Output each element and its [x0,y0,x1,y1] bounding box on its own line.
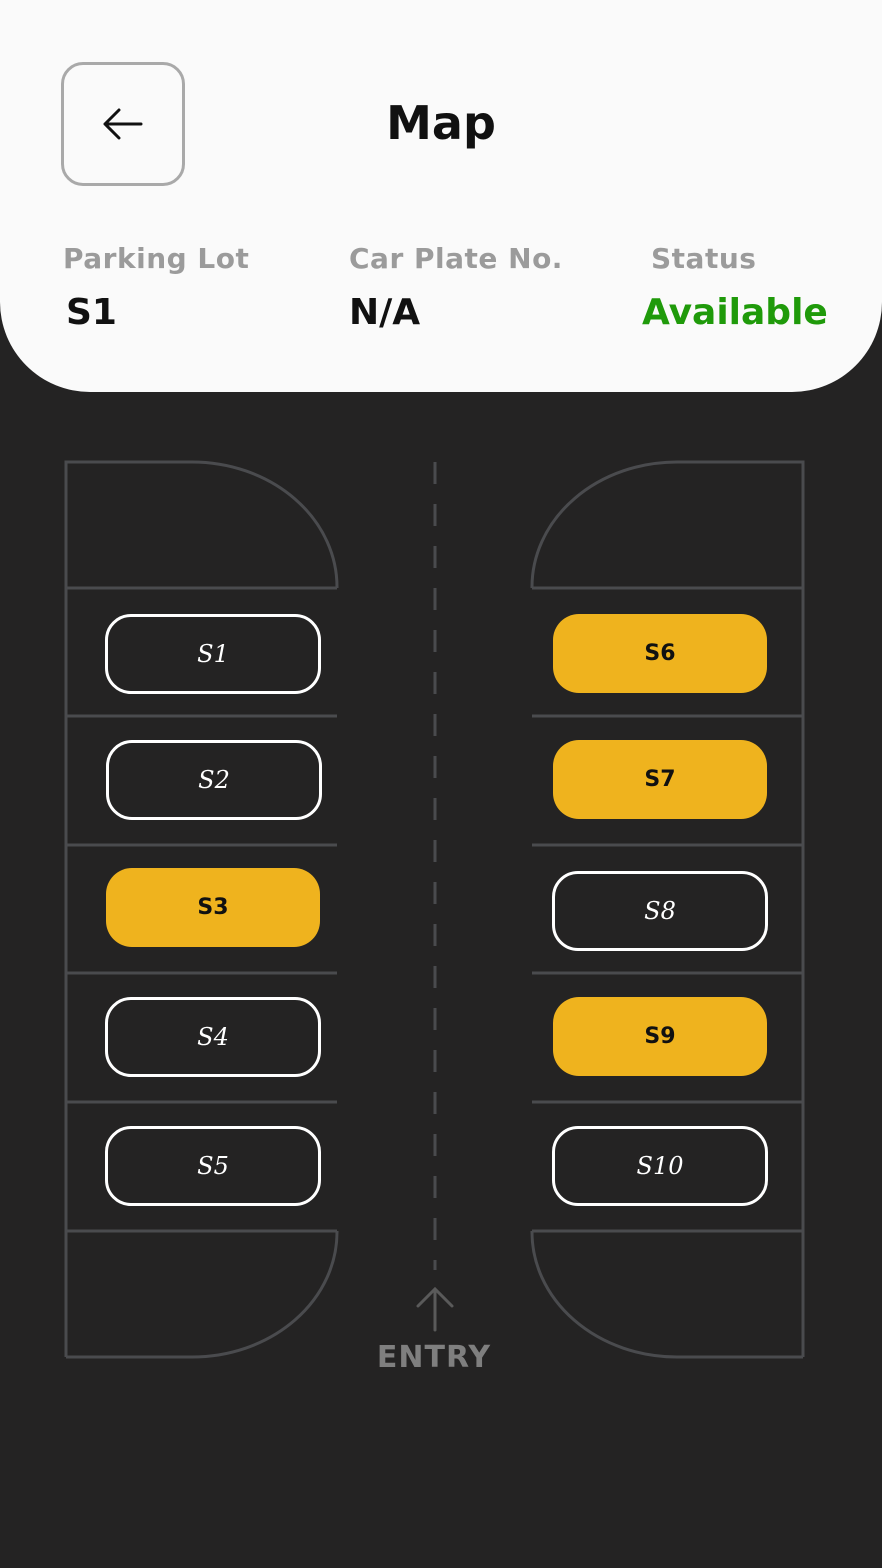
slot-s7[interactable]: S7 [553,740,767,819]
slot-s8[interactable]: S8 [552,871,768,951]
slot-s4[interactable]: S4 [105,997,321,1077]
slot-s3[interactable]: S3 [106,868,320,947]
right-bottom-curb [530,1230,803,1359]
slot-s5[interactable]: S5 [105,1126,321,1206]
left-top-curb [64,460,339,589]
arrow-up-icon [416,1286,454,1332]
right-top-curb [530,460,805,589]
slot-s10[interactable]: S10 [552,1126,768,1206]
slot-s1[interactable]: S1 [105,614,321,694]
left-bottom-curb [66,1230,339,1359]
entry-label: ENTRY [376,1340,492,1375]
slot-s2[interactable]: S2 [106,740,322,820]
slot-s9[interactable]: S9 [553,997,767,1076]
slot-s6[interactable]: S6 [553,614,767,693]
